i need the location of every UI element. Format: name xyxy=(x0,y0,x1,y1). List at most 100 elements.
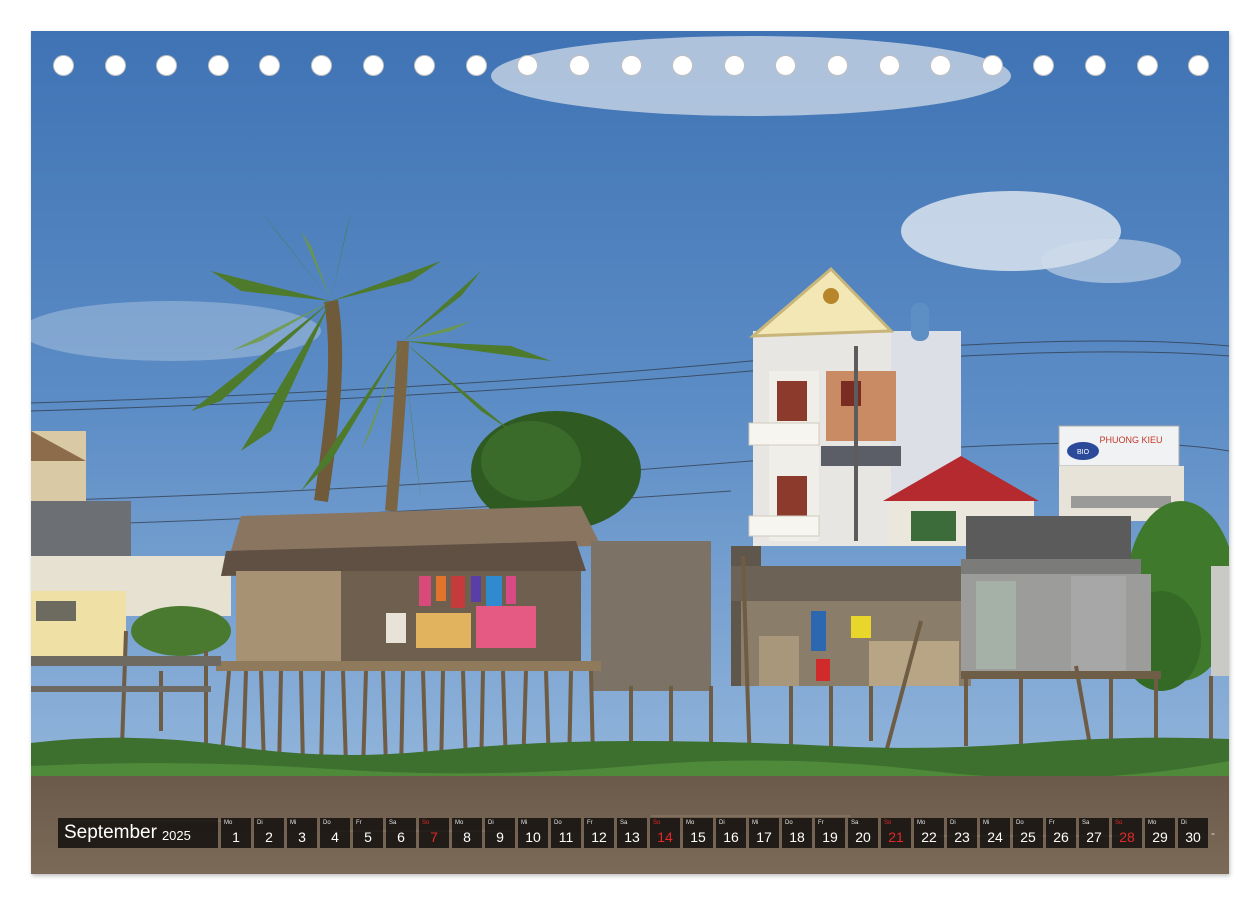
day-cell: Do 25 xyxy=(1013,818,1043,848)
day-number: 2 xyxy=(265,829,273,845)
day-number: 10 xyxy=(525,829,541,845)
day-cell: Mo 22 xyxy=(914,818,944,848)
weekday-label: Di xyxy=(1181,820,1187,826)
day-number: 7 xyxy=(430,829,438,845)
day-cell: So 21 xyxy=(881,818,911,848)
left-building-2 xyxy=(31,501,131,561)
day-number: 4 xyxy=(331,829,339,845)
day-cell: Mi 17 xyxy=(749,818,779,848)
day-number: 18 xyxy=(789,829,805,845)
weekday-label: Mo xyxy=(1148,820,1157,826)
day-cell: Di 16 xyxy=(716,818,746,848)
day-number: 12 xyxy=(591,829,607,845)
weekday-label: Mi xyxy=(983,820,990,826)
weekday-label: Do xyxy=(785,820,793,826)
middle-huts xyxy=(731,566,976,686)
day-cell: Do 11 xyxy=(551,818,581,848)
day-number: 3 xyxy=(298,829,306,845)
day-cell: Mo 15 xyxy=(683,818,713,848)
weekday-label: Mo xyxy=(917,820,926,826)
day-number: 19 xyxy=(822,829,838,845)
day-cell: Di 2 xyxy=(254,818,284,848)
day-number: 6 xyxy=(397,829,405,845)
cloud xyxy=(1041,239,1181,283)
weekday-label: Mi xyxy=(521,820,528,826)
weekday-label: Do xyxy=(1016,820,1024,826)
weekday-label: Do xyxy=(323,820,331,826)
weekday-label: Fr xyxy=(356,820,362,826)
weekday-label: Fr xyxy=(587,820,593,826)
cloud xyxy=(491,36,1011,116)
day-cell: Sa 6 xyxy=(386,818,416,848)
day-cell: Mi 10 xyxy=(518,818,548,848)
day-number: 13 xyxy=(624,829,640,845)
day-cell: Di 23 xyxy=(947,818,977,848)
weekday-label: Fr xyxy=(818,820,824,826)
day-number: 16 xyxy=(723,829,739,845)
weekday-label: Mo xyxy=(224,820,233,826)
month-name: September xyxy=(64,822,157,843)
weekday-label: Di xyxy=(719,820,725,826)
calendar-page: BIO PHUONG KIEU September 2025 Mo 1 Di 2… xyxy=(0,0,1260,905)
weekday-label: So xyxy=(422,820,430,826)
day-cell: Fr 12 xyxy=(584,818,614,848)
day-cell: Di 30 xyxy=(1178,818,1208,848)
month-label: September 2025 xyxy=(58,818,218,848)
day-number: 25 xyxy=(1020,829,1036,845)
day-cell: Fr 26 xyxy=(1046,818,1076,848)
weekday-label: Sa xyxy=(851,820,859,826)
day-number: 11 xyxy=(558,829,574,845)
day-number: 17 xyxy=(756,829,772,845)
day-number: 1 xyxy=(232,829,240,845)
day-cell: So 28 xyxy=(1112,818,1142,848)
weekday-label: So xyxy=(653,820,661,826)
weekday-label: Sa xyxy=(389,820,397,826)
weekday-label: Fr xyxy=(1049,820,1055,826)
day-number: 5 xyxy=(364,829,372,845)
weekday-label: Mi xyxy=(752,820,759,826)
day-cell: Mo 1 xyxy=(221,818,251,848)
weekday-label: Mo xyxy=(686,820,695,826)
day-cell: Fr 5 xyxy=(353,818,383,848)
day-cell: Sa 27 xyxy=(1079,818,1109,848)
photo: BIO PHUONG KIEU xyxy=(31,31,1229,874)
walkway xyxy=(31,656,221,666)
weekday-label: Di xyxy=(257,820,263,826)
day-cell: Sa 13 xyxy=(617,818,647,848)
day-number: 14 xyxy=(657,829,673,845)
day-cell: Do 4 xyxy=(320,818,350,848)
day-cell: Mi 24 xyxy=(980,818,1010,848)
day-number: 27 xyxy=(1086,829,1102,845)
day-number: 23 xyxy=(954,829,970,845)
day-number: 20 xyxy=(855,829,871,845)
day-number: 21 xyxy=(888,829,904,845)
svg-text:PHUONG KIEU: PHUONG KIEU xyxy=(1099,435,1162,445)
weekday-label: So xyxy=(884,820,892,826)
weekday-label: Mi xyxy=(290,820,297,826)
day-number: 26 xyxy=(1053,829,1069,845)
day-cell: Mo 8 xyxy=(452,818,482,848)
weekday-label: Di xyxy=(950,820,956,826)
day-cell: Di 9 xyxy=(485,818,515,848)
year: 2025 xyxy=(161,828,191,843)
day-number: 30 xyxy=(1185,829,1201,845)
trailing-dash: - xyxy=(1211,826,1215,840)
day-cells: Mo 1 Di 2 Mi 3 Do 4 Fr 5 Sa 6 So 7 Mo 8 Di 9 Mi 10 Do 11 Fr 12 S… xyxy=(221,818,1211,848)
day-cell: Do 18 xyxy=(782,818,812,848)
day-cell: So 7 xyxy=(419,818,449,848)
day-number: 24 xyxy=(987,829,1003,845)
day-number: 28 xyxy=(1119,829,1135,845)
day-number: 22 xyxy=(921,829,937,845)
day-number: 8 xyxy=(463,829,471,845)
weekday-label: Mo xyxy=(455,820,464,826)
weekday-label: Sa xyxy=(1082,820,1090,826)
day-cell: Fr 19 xyxy=(815,818,845,848)
day-cell: Sa 20 xyxy=(848,818,878,848)
weekday-label: Sa xyxy=(620,820,628,826)
day-cell: Mi 3 xyxy=(287,818,317,848)
weekday-label: Di xyxy=(488,820,494,826)
svg-text:BIO: BIO xyxy=(1077,449,1090,456)
day-cell: Mo 29 xyxy=(1145,818,1175,848)
calendar-bar: September 2025 Mo 1 Di 2 Mi 3 Do 4 Fr 5 Sa 6 So 7 Mo 8 D… xyxy=(58,818,1215,848)
day-number: 29 xyxy=(1152,829,1168,845)
